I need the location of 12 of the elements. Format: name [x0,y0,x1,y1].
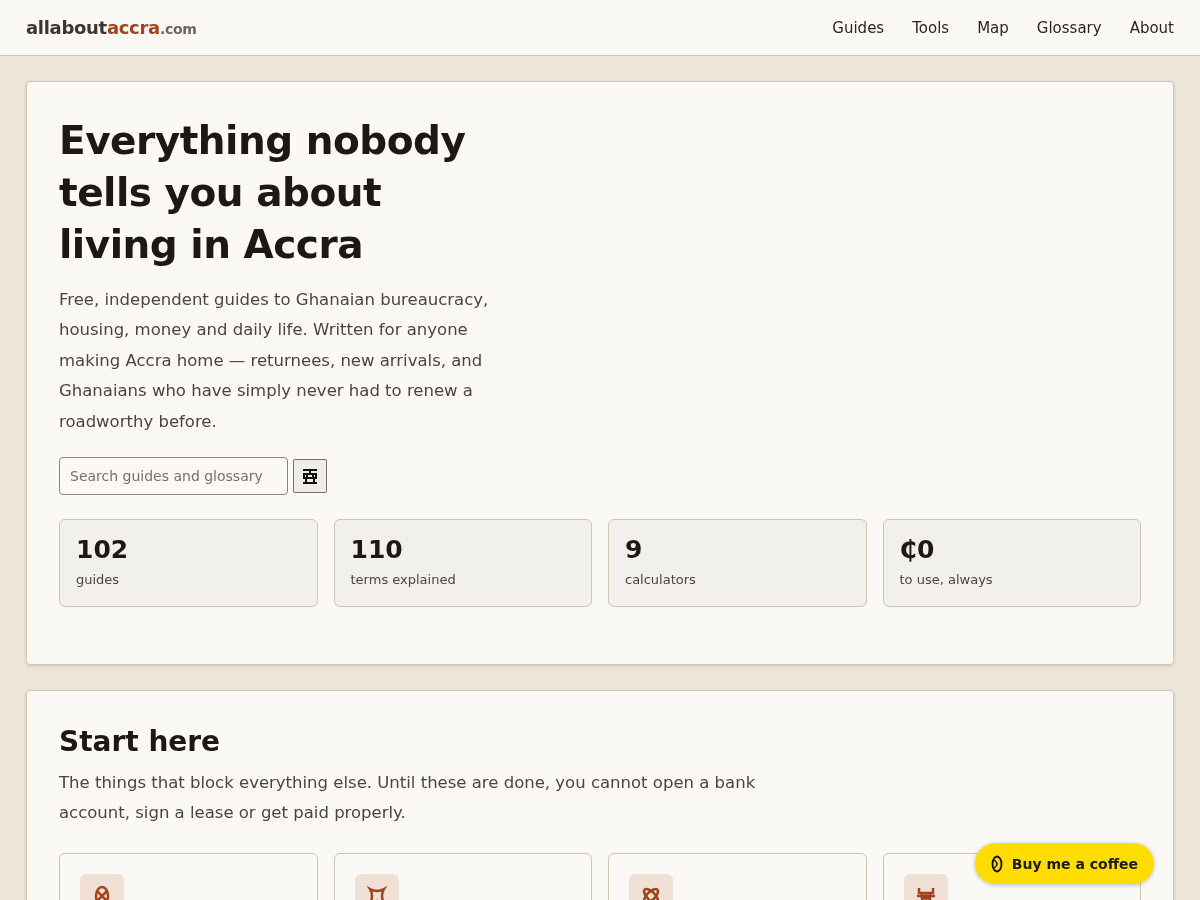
stat-label: to use, always [899,572,993,588]
section-intro: The things that block everything else. Until these are done, you cannot open a bank account, sign a lease or get paid properly. [59,772,757,825]
hero-title: Everything nobody tells you about living in Accra [59,117,467,269]
stat-label: calculators [625,572,696,588]
stat-label: terms explained [350,572,456,588]
stat-label: guides [76,572,120,588]
stat-value: 102 [76,534,129,567]
stat-value: 110 [350,534,403,567]
hero-intro: Free, independent guides to Ghanaian bureaucracy, housing, money and daily life. Written for anyone making Accra home — returnees, new arrivals, and Ghanaians who have simply never had to renew a roadworthy before. [59,289,490,433]
stat-value: ₵0 [899,534,935,567]
section-title: Start here [59,724,222,761]
stat-value: 9 [625,534,643,567]
